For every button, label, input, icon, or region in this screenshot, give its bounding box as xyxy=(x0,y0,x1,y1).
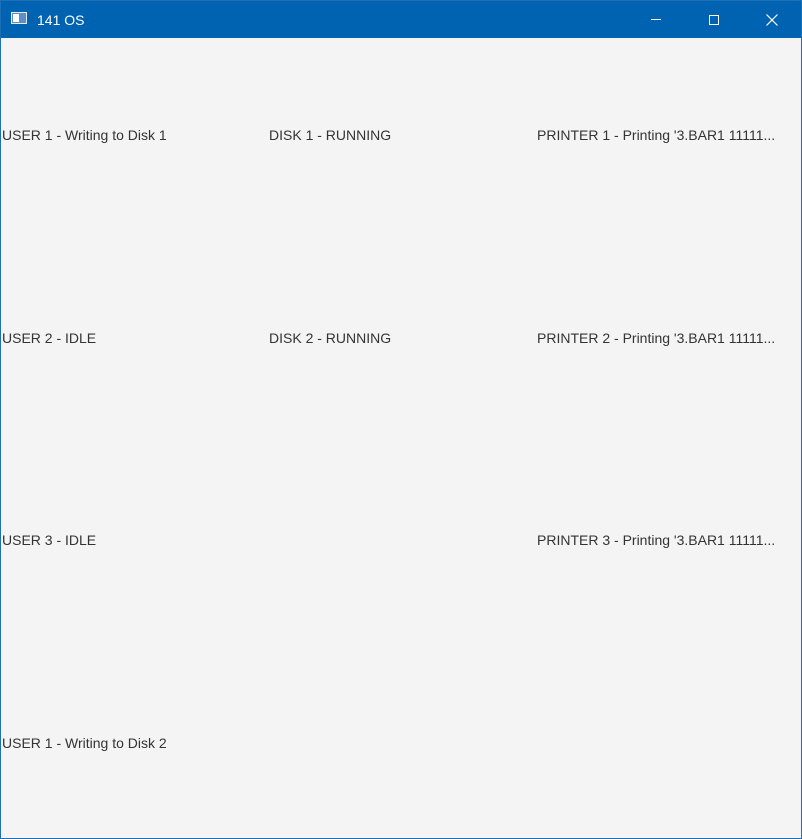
printer-3-status: PRINTER 3 - Printing '3.BAR1 11111... xyxy=(537,532,776,548)
title-bar[interactable]: 141 OS xyxy=(1,1,801,38)
window-title: 141 OS xyxy=(37,12,85,28)
maximize-icon xyxy=(709,14,719,25)
disk-2-status: DISK 2 - RUNNING xyxy=(269,330,392,346)
printer-2-status: PRINTER 2 - Printing '3.BAR1 11111... xyxy=(537,330,776,346)
status-panel: USER 1 - Writing to Disk 1 DISK 1 - RUNN… xyxy=(1,38,801,838)
minimize-icon xyxy=(651,19,661,20)
user-2-status: USER 2 - IDLE xyxy=(2,330,97,346)
maximize-button[interactable] xyxy=(685,1,743,38)
minimize-button[interactable] xyxy=(627,1,685,38)
app-window: 141 OS USER 1 - Writing to Disk 1 DISK 1… xyxy=(0,0,802,839)
user-4-status: USER 1 - Writing to Disk 2 xyxy=(2,735,167,751)
close-button[interactable] xyxy=(743,1,801,38)
app-window-icon xyxy=(11,12,27,24)
user-1-status: USER 1 - Writing to Disk 1 xyxy=(2,127,167,143)
printer-1-status: PRINTER 1 - Printing '3.BAR1 11111... xyxy=(537,127,776,143)
close-icon xyxy=(766,13,778,26)
disk-1-status: DISK 1 - RUNNING xyxy=(269,127,392,143)
user-3-status: USER 3 - IDLE xyxy=(2,532,97,548)
